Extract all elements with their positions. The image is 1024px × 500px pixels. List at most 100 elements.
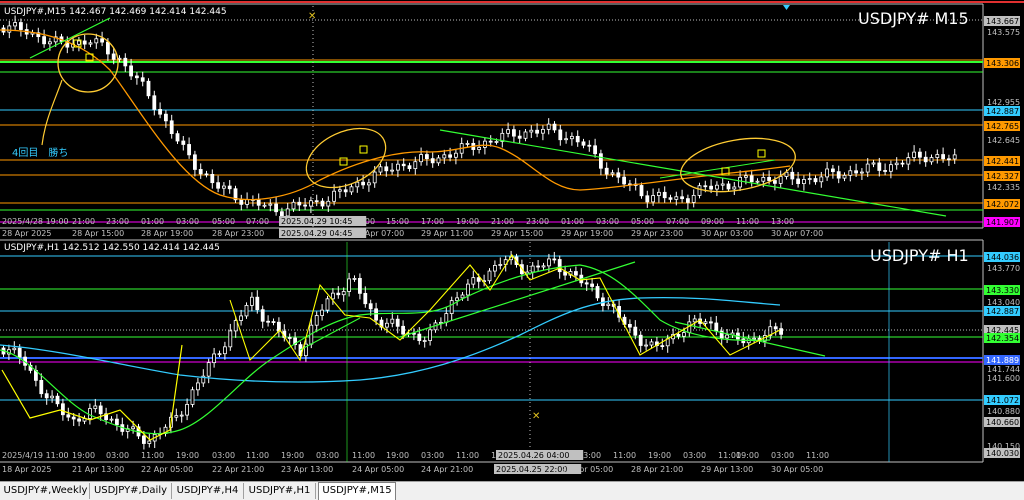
- time-label: 24 Apr 05:00: [352, 465, 404, 474]
- candle-body: [227, 185, 232, 190]
- candle-body: [482, 140, 487, 148]
- candle-body: [871, 162, 876, 165]
- candle-body: [923, 156, 928, 163]
- candle-body: [595, 286, 600, 299]
- time-label: 2025.04.25 22:00: [496, 465, 567, 474]
- time-label: 03:00: [176, 217, 199, 226]
- candle-body: [341, 291, 346, 296]
- candle-body: [773, 180, 777, 184]
- h1-symbol-label: USDJPY#,H1 142.512 142.550 142.414 142.4…: [4, 243, 220, 253]
- candle-body: [557, 259, 562, 273]
- candle-body: [529, 129, 534, 133]
- candle-body: [854, 170, 858, 174]
- candle-body: [61, 403, 65, 416]
- candle-body: [676, 333, 681, 337]
- price-level-tag: 140.030: [984, 448, 1020, 458]
- candle-body: [147, 440, 152, 444]
- candle-body: [599, 153, 603, 169]
- candle-body: [337, 189, 342, 192]
- candle-body: [266, 320, 271, 323]
- time-label: 29 Apr 19:00: [561, 229, 613, 238]
- price-level-tag: 142.441: [984, 156, 1020, 166]
- time-label: 19:00: [736, 451, 759, 460]
- time-label: 11:00: [456, 451, 479, 460]
- candle-body: [536, 265, 540, 268]
- candle-body: [691, 194, 696, 203]
- price-level-tag: 143.667: [984, 16, 1020, 26]
- candle-body: [790, 171, 795, 180]
- candle-body: [363, 292, 368, 305]
- candle-body: [174, 415, 179, 418]
- time-label: 19:00: [281, 451, 304, 460]
- candle-body: [813, 178, 818, 183]
- time-label: 19:00: [648, 451, 671, 460]
- candle-body: [725, 334, 729, 339]
- time-label: 03:00: [771, 451, 794, 460]
- time-label: 30 Apr 03:00: [701, 229, 753, 238]
- svg-text:141.907: 141.907: [986, 218, 1019, 227]
- time-label: 03:00: [106, 451, 129, 460]
- candle-body: [175, 133, 180, 142]
- tab-h4[interactable]: USDJPY#,H4: [172, 483, 244, 499]
- candle-body: [952, 154, 957, 160]
- candle-body: [498, 264, 503, 266]
- candle-body: [407, 165, 412, 170]
- time-label: 22 Apr 05:00: [141, 465, 193, 474]
- candle-body: [279, 211, 284, 217]
- candle-body: [455, 297, 460, 302]
- candle-body: [807, 178, 812, 180]
- time-label: 07:00: [666, 217, 689, 226]
- candle-body: [77, 418, 81, 422]
- price-level-tag: 142.887: [984, 306, 1020, 316]
- candle-body: [77, 40, 81, 45]
- candle-body: [210, 173, 215, 184]
- tab-h1[interactable]: USDJPY#,H1: [244, 483, 316, 499]
- candle-body: [192, 154, 197, 170]
- candle-body: [535, 129, 539, 134]
- price-level-tag: 144.036: [984, 252, 1020, 262]
- tab-m15[interactable]: USDJPY#,M15: [318, 482, 396, 500]
- candle-body: [633, 326, 638, 336]
- candle-body: [947, 158, 951, 161]
- tab-daily[interactable]: USDJPY#,Daily: [90, 483, 172, 499]
- tab-weekly[interactable]: USDJPY#,Weekly: [2, 483, 90, 499]
- candle-body: [12, 347, 17, 351]
- candle-body: [357, 278, 362, 294]
- m15-symbol-label: USDJPY#,M15 142.467 142.469 142.414 142.…: [4, 7, 227, 17]
- candle-body: [13, 22, 18, 27]
- time-label: 13:00: [771, 217, 794, 226]
- svg-text:143.306: 143.306: [986, 59, 1019, 68]
- candle-body: [390, 169, 395, 172]
- price-level-tag: 141.889: [984, 355, 1020, 365]
- candle-body: [651, 195, 655, 203]
- candle-body: [424, 154, 429, 159]
- candle-body: [674, 196, 679, 200]
- price-level-tag: 141.907: [984, 217, 1020, 227]
- candle-body: [749, 175, 754, 183]
- candle-body: [141, 435, 146, 444]
- price-level-tag: 141.072: [984, 395, 1020, 405]
- candle-body: [836, 171, 841, 179]
- candle-body: [767, 177, 771, 181]
- price-level-tag: 143.330: [984, 285, 1020, 295]
- candle-body: [657, 191, 661, 196]
- candle-body: [584, 282, 589, 285]
- candle-body: [831, 168, 835, 173]
- time-label: 29 Apr 15:00: [491, 229, 543, 238]
- time-label: 01:00: [141, 217, 164, 226]
- price-tick-label: 142.335: [987, 183, 1020, 192]
- candle-body: [660, 345, 665, 348]
- candle-body: [368, 303, 373, 310]
- time-label: 29 Apr 13:00: [701, 465, 753, 474]
- candle-body: [325, 298, 330, 311]
- candle-body: [131, 426, 136, 430]
- charts-area[interactable]: ✕ USDJPY#,M15 142.467 142.469 142.414 14…: [0, 0, 1024, 481]
- candle-body: [287, 337, 292, 339]
- candle-body: [303, 204, 308, 207]
- svg-text:142.887: 142.887: [986, 107, 1019, 116]
- candle-body: [523, 131, 528, 139]
- candle-body: [100, 38, 104, 43]
- candle-body: [590, 283, 594, 287]
- candle-body: [465, 142, 470, 145]
- time-label: 28 Apr 23:00: [212, 229, 264, 238]
